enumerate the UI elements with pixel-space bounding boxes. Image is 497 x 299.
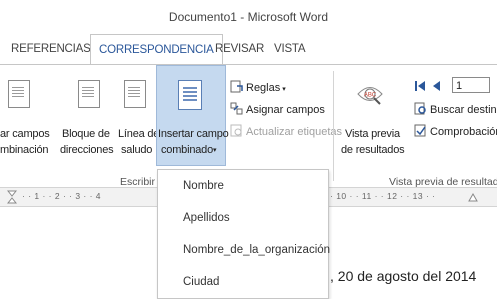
merge-field-dropdown: Nombre Apellidos Nombre_de_la_organizaci… [157,169,330,299]
menu-item-apellidos[interactable]: Apellidos [158,206,328,230]
check-errors-label: Comprobación [430,126,497,138]
insert-merge-field-label-2: combinado [161,144,214,156]
find-recipient-label: Buscar destina [430,104,497,116]
match-fields-button[interactable]: Asignar campos [230,101,325,119]
chevron-down-icon: ▾ [282,86,286,93]
highlight-fields-icon [8,80,30,108]
address-block-icon [78,80,100,108]
preview-results-icon: ABC [357,87,383,105]
tab-referencias[interactable]: REFERENCIAS [11,34,91,64]
chevron-down-icon: ▾ [213,147,217,154]
check-errors-icon [414,124,426,137]
update-labels-button[interactable]: Actualizar etiquetas [230,123,342,141]
menu-item-nombre[interactable]: Nombre [158,174,328,198]
find-recipient-button[interactable]: Buscar destina [414,101,497,119]
highlight-fields-label-2: mbinación [0,144,49,156]
ribbon-tabs: REFERENCIAS CORRESPONDENCIA REVISAR VIST… [0,34,497,65]
insert-merge-field-icon [178,80,202,110]
window-title: Documento1 - Microsoft Word [168,10,329,24]
greeting-line-label-1: Línea de [118,128,160,140]
find-recipient-icon [414,102,426,115]
rules-label: Reglas [246,82,281,94]
update-labels-label: Actualizar etiquetas [246,126,342,138]
previous-record-icon[interactable] [431,80,441,92]
ruler-ticks-right: · 10 · · 11 · · 12 · · 13 · · [330,191,436,201]
update-labels-icon [230,124,242,137]
address-block-label-1: Bloque de [62,128,110,140]
address-block-label-2: direcciones [60,144,114,156]
highlight-fields-label-1: ar campos [0,128,50,140]
document-date-text: , 20 de agosto del 2014 [330,268,477,284]
tab-correspondencia[interactable]: CORRESPONDENCIA [90,34,223,65]
rules-button[interactable]: Reglas ▾ [230,79,286,97]
greeting-line-icon [124,80,146,108]
rules-icon [230,80,243,93]
match-fields-icon [230,102,243,115]
preview-results-label-2: de resultados [341,144,405,156]
ruler-ticks-left: · · 1 · · 2 · · 3 · · 4 [22,191,102,201]
insert-merge-field-button[interactable]: Insertar campo combinado ▾ [156,65,229,166]
menu-item-ciudad[interactable]: Ciudad [158,270,328,294]
record-number-input[interactable]: 1 [452,77,490,93]
first-record-icon[interactable] [414,80,426,92]
menu-item-organizacion[interactable]: Nombre_de_la_organización [158,238,330,262]
match-fields-label: Asignar campos [246,104,325,116]
tab-revisar[interactable]: REVISAR [215,34,264,64]
greeting-line-label-2: saludo [121,144,153,156]
right-indent-marker-icon[interactable] [468,192,478,202]
insert-merge-field-label-1: Insertar campo [158,128,229,140]
preview-results-label-1: Vista previa [345,128,400,140]
check-errors-button[interactable]: Comprobación [414,123,497,141]
group-separator [333,71,334,181]
indent-marker-icon[interactable] [7,190,17,204]
tab-vista[interactable]: VISTA [274,34,306,64]
